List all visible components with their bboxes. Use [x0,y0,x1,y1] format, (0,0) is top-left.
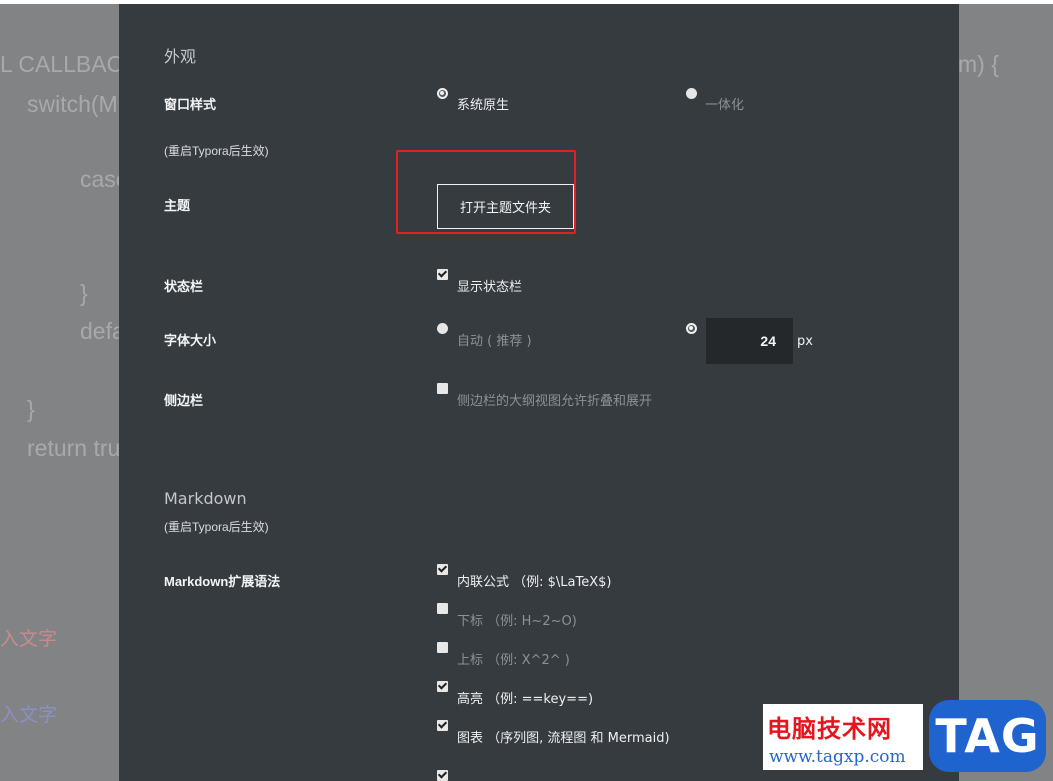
font-auto-label: 自动 ( 推荐 ) [457,334,532,349]
status-bar-label: 状态栏 [164,279,204,294]
markdown-extension-label: Markdown扩展语法 [164,574,281,589]
font-size-unit: px [797,334,813,349]
watermark-title: 电脑技术网 [767,715,892,743]
inline-math-label: 内联公式 （例: $\LaTeX$) [457,575,612,590]
watermark: 电脑技术网 www.tagxp.com TAG [763,700,1048,772]
highlight-label: 高亮 （例: ==key==) [457,692,594,707]
inline-math-checkbox[interactable] [437,564,448,575]
theme-label: 主题 [164,198,191,213]
font-size-input[interactable]: 24 [706,318,793,364]
markdown-note: (重启Typora后生效) [164,520,269,534]
window-style-label: 窗口样式 [164,97,217,112]
code-line: } [80,280,88,306]
option-unibody-window-label: 一体化 [705,98,745,113]
code-line: switch(M [27,91,118,117]
show-status-bar-checkbox[interactable] [437,269,448,280]
sidebar-outline-collapse-label: 侧边栏的大纲视图允许折叠和展开 [457,394,653,409]
window-style-note: (重启Typora后生效) [164,144,269,158]
section-title-appearance: 外观 [164,47,197,66]
show-status-bar-label: 显示状态栏 [457,280,523,295]
watermark-text-box: 电脑技术网 www.tagxp.com [763,704,923,770]
watermark-tag-logo: TAG [929,700,1046,772]
highlight-checkbox[interactable] [437,681,448,692]
diagrams-label: 图表 （序列图, 流程图 和 Mermaid) [457,731,670,746]
next-option-checkbox[interactable] [437,770,448,781]
faded-text-red: 入文字 [0,628,58,650]
code-line: return tru [27,435,121,461]
code-line: } [27,396,35,422]
sidebar-label: 侧边栏 [164,393,204,408]
sidebar-outline-collapse-checkbox[interactable] [437,383,448,394]
faded-text-blue: 入文字 [0,704,58,726]
radio-font-auto[interactable] [437,323,448,334]
section-title-markdown: Markdown [164,489,247,508]
superscript-label: 上标 （例: X^2^ ) [457,653,570,668]
highlight-box [396,150,576,234]
code-line: L CALLBAC [0,51,124,77]
radio-font-custom[interactable] [686,323,697,334]
subscript-checkbox[interactable] [437,603,448,614]
watermark-url: www.tagxp.com [769,747,906,767]
code-line: m) { [958,51,999,77]
diagrams-checkbox[interactable] [437,720,448,731]
radio-native-window[interactable] [437,88,448,99]
radio-unibody-window[interactable] [686,88,697,99]
font-size-label: 字体大小 [164,333,217,348]
superscript-checkbox[interactable] [437,642,448,653]
subscript-label: 下标 （例: H~2~O) [457,614,577,629]
option-native-window-label: 系统原生 [457,98,510,113]
preferences-panel: 外观 窗口样式 (重启Typora后生效) 系统原生 一体化 主题 打开主题文件… [119,4,959,781]
